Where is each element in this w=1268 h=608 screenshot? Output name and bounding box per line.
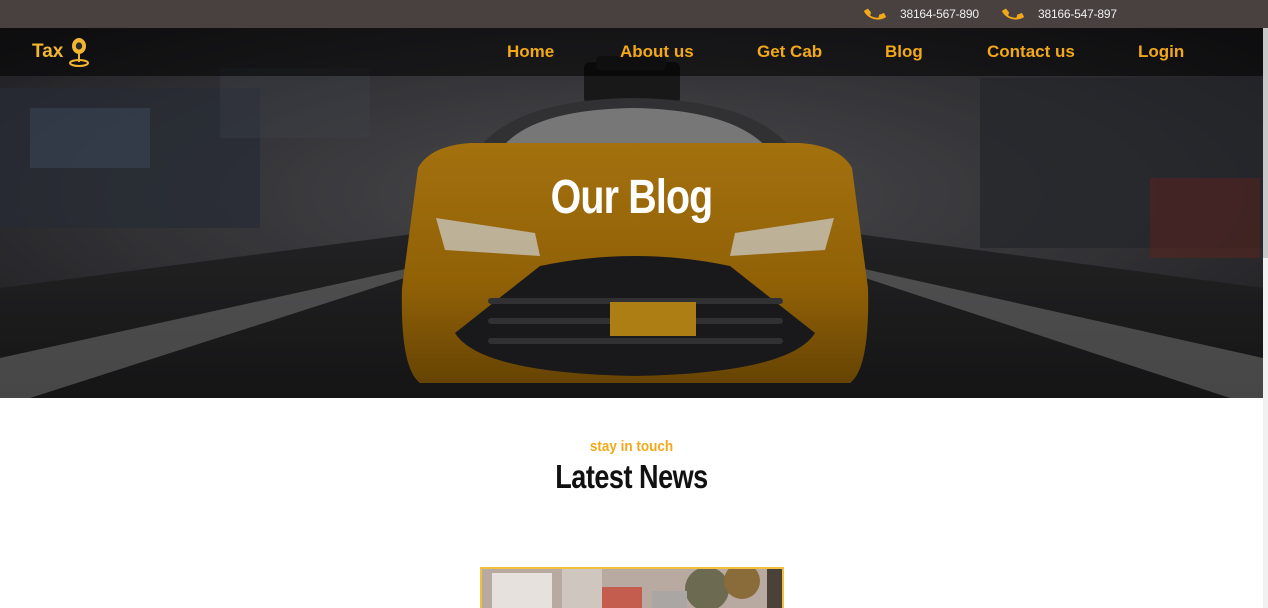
nav-item-contact-us[interactable]: Contact us [987, 42, 1075, 62]
phone-contact-1[interactable]: 38164-567-890 [864, 0, 979, 28]
nav-item-get-cab[interactable]: Get Cab [757, 42, 822, 62]
phone-icon [1002, 8, 1024, 20]
section-title: Latest News [555, 458, 708, 495]
nav-item-blog[interactable]: Blog [885, 42, 923, 62]
nav-item-login[interactable]: Login [1138, 42, 1184, 62]
nav-item-home[interactable]: Home [507, 42, 554, 62]
phone-contact-2[interactable]: 38166-547-897 [1002, 0, 1117, 28]
page-title: Our Blog [550, 171, 714, 224]
news-photo [482, 569, 782, 608]
section-subtitle: stay in touch [589, 438, 674, 455]
map-pin-icon [69, 38, 90, 67]
phone-number-1: 38164-567-890 [900, 7, 979, 21]
phone-number-2: 38166-547-897 [1038, 7, 1117, 21]
news-card-image[interactable] [480, 567, 784, 608]
nav-item-about-us[interactable]: About us [620, 42, 694, 62]
page-scrollbar[interactable] [1263, 28, 1268, 608]
scrollbar-thumb[interactable] [1263, 28, 1268, 258]
logo-text: Tax [32, 41, 64, 62]
phone-icon [864, 8, 886, 20]
top-contact-bar: 38164-567-890 38166-547-897 [0, 0, 1268, 28]
main-navbar: Tax Home About us Get Cab Blog Contact u… [0, 28, 1263, 76]
site-logo[interactable]: Tax [32, 34, 91, 70]
